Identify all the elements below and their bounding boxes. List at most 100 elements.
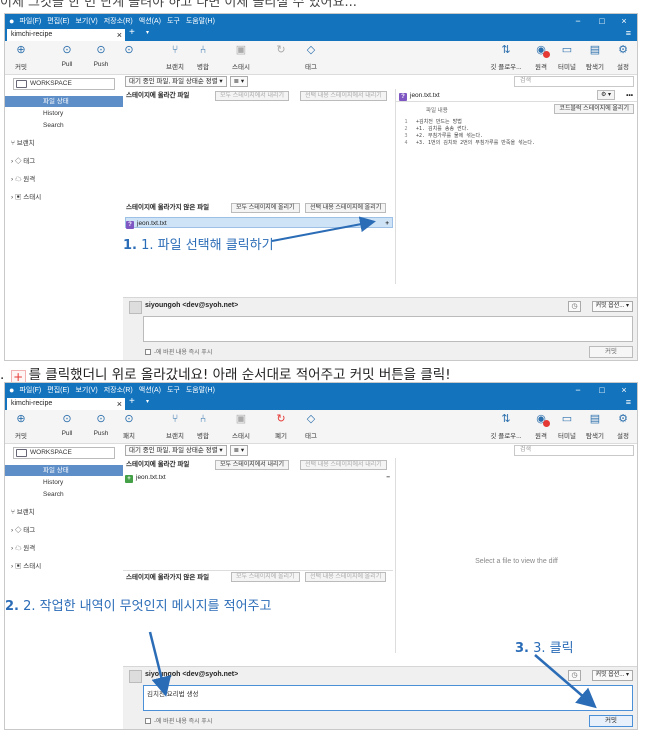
tag-button[interactable]: ◇ 태그 bbox=[295, 412, 327, 440]
sidebar-group-remotes[interactable]: › ☁ 원격 bbox=[11, 543, 35, 555]
new-tab-icon[interactable]: + bbox=[129, 27, 135, 38]
discard-button[interactable]: ↻ bbox=[265, 43, 297, 61]
stage-all-button[interactable]: 모두 스테이지에 올리기 bbox=[231, 203, 300, 213]
view-mode-dropdown[interactable]: ≣ ▾ bbox=[229, 445, 249, 456]
merge-button[interactable]: ⑃ 병합 bbox=[187, 412, 219, 440]
sidebar-item-history[interactable]: History bbox=[5, 108, 123, 119]
stage-hunk-button[interactable]: 코드블럭 스테이지에 올리기 bbox=[554, 104, 634, 114]
discard-button[interactable]: ↻ 폐기 bbox=[265, 412, 297, 440]
history-clock-icon[interactable]: ◷ bbox=[568, 670, 581, 681]
stage-plus-icon[interactable]: + bbox=[385, 218, 389, 229]
stash-button[interactable]: ▣ 스태시 bbox=[225, 43, 257, 71]
maximize-icon[interactable]: □ bbox=[591, 14, 613, 28]
stage-selected-button[interactable]: 선택 내용 스테이지에 올리기 bbox=[305, 203, 387, 213]
pull-button[interactable]: ⊙ Pull bbox=[51, 43, 83, 68]
diff-line: 2 +1. 김치를 송송 썬다. bbox=[404, 126, 470, 132]
unstage-minus-icon[interactable]: − bbox=[386, 472, 390, 483]
menu-help[interactable]: 도움말(H) bbox=[186, 385, 215, 395]
workspace-header[interactable]: WORKSPACE bbox=[13, 78, 115, 90]
commit-options-dropdown[interactable]: 커밋 옵션... ▾ bbox=[591, 670, 633, 681]
menu-repository[interactable]: 저장소(R) bbox=[104, 16, 133, 26]
commit-tool-button[interactable]: ⊕ 커밋 bbox=[5, 412, 37, 440]
sidebar-item-search[interactable]: Search bbox=[5, 489, 123, 500]
commit-button[interactable]: 커밋 bbox=[589, 346, 633, 358]
file-filter-dropdown[interactable]: 대기 중인 파일, 파일 상태순 정렬 ▾ bbox=[125, 76, 227, 87]
push-checkbox[interactable]: -에 바뀐 내용 즉시 푸시 bbox=[145, 347, 212, 356]
hamburger-icon[interactable]: ≡ bbox=[626, 28, 631, 38]
diff-column-label: 파일 내용 bbox=[426, 108, 448, 114]
menu-view[interactable]: 보기(V) bbox=[75, 16, 97, 26]
sidebar-group-branches[interactable]: ⑂ 브랜치 bbox=[11, 138, 35, 150]
git-flow-button[interactable]: ⇅ 깃 플로우... bbox=[487, 412, 525, 440]
menu-file[interactable]: 파일(F) bbox=[19, 16, 41, 26]
merge-button[interactable]: ⑃ 병합 bbox=[187, 43, 219, 71]
menu-action[interactable]: 액션(A) bbox=[139, 385, 161, 395]
sidebar-group-tags[interactable]: › ◇ 태그 bbox=[11, 525, 35, 537]
sidebar-item-search[interactable]: Search bbox=[5, 120, 123, 131]
commit-tool-button[interactable]: ⊕ 커밋 bbox=[5, 43, 37, 71]
more-icon[interactable]: ••• bbox=[626, 89, 633, 102]
menu-help[interactable]: 도움말(H) bbox=[186, 16, 215, 26]
commit-message-input[interactable] bbox=[143, 316, 633, 342]
repo-tab[interactable]: kimchi-recipe × bbox=[7, 29, 125, 41]
settings-button[interactable]: ⚙ 설정 bbox=[607, 43, 637, 71]
menu-tools[interactable]: 도구 bbox=[167, 385, 180, 395]
sidebar-item-file-status[interactable]: 파일 상태 bbox=[5, 465, 123, 476]
tag-button[interactable]: ◇ 태그 bbox=[295, 43, 327, 71]
commit-button[interactable]: 커밋 bbox=[589, 715, 633, 727]
menu-action[interactable]: 액션(A) bbox=[139, 16, 161, 26]
minimize-icon[interactable]: − bbox=[567, 383, 589, 397]
git-flow-button[interactable]: ⇅ 깃 플로우... bbox=[487, 43, 525, 71]
menu-edit[interactable]: 편집(E) bbox=[47, 16, 69, 26]
unstaged-file-row[interactable]: ? jeon.txt.txt + bbox=[125, 217, 393, 229]
unstage-all-button[interactable]: 모두 스테이지에서 내리기 bbox=[215, 91, 290, 101]
menu-repository[interactable]: 저장소(R) bbox=[104, 385, 133, 395]
tab-menu-icon[interactable]: ▾ bbox=[146, 398, 149, 405]
diff-options-dropdown[interactable]: ⚙ ▾ bbox=[596, 90, 615, 100]
push-checkbox[interactable]: -에 바뀐 내용 즉시 푸시 bbox=[145, 716, 212, 725]
stash-button[interactable]: ▣ 스태시 bbox=[225, 412, 257, 440]
menu-file[interactable]: 파일(F) bbox=[19, 385, 41, 395]
close-tab-icon[interactable]: × bbox=[117, 398, 122, 410]
unstage-all-button[interactable]: 모두 스테이지에서 내리기 bbox=[215, 460, 290, 470]
hamburger-icon[interactable]: ≡ bbox=[626, 397, 631, 407]
sidebar-group-stashes[interactable]: › ▣ 스태시 bbox=[11, 561, 41, 573]
menu-view[interactable]: 보기(V) bbox=[75, 385, 97, 395]
stage-selected-button[interactable]: 선택 내용 스테이지에 올리기 bbox=[305, 572, 387, 582]
commit-options-dropdown[interactable]: 커밋 옵션... ▾ bbox=[591, 301, 633, 312]
sourcetree-logo-icon: ● bbox=[9, 385, 15, 395]
fetch-button[interactable]: ⊙ 패치 bbox=[113, 412, 145, 440]
minimize-icon[interactable]: − bbox=[567, 14, 589, 28]
workspace-header[interactable]: WORKSPACE bbox=[13, 447, 115, 459]
menu-tools[interactable]: 도구 bbox=[167, 16, 180, 26]
sidebar-group-remotes[interactable]: › ☁ 원격 bbox=[11, 174, 35, 186]
sidebar-item-history[interactable]: History bbox=[5, 477, 123, 488]
tab-menu-icon[interactable]: ▾ bbox=[146, 29, 149, 36]
unstage-selected-button[interactable]: 선택 내용 스테이지에서 내리기 bbox=[300, 460, 387, 470]
stage-all-button[interactable]: 모두 스테이지에 올리기 bbox=[231, 572, 300, 582]
sidebar-group-stashes[interactable]: › ▣ 스태시 bbox=[11, 192, 41, 204]
settings-button[interactable]: ⚙ 설정 bbox=[607, 412, 637, 440]
close-window-icon[interactable]: × bbox=[613, 383, 635, 397]
unstage-selected-button[interactable]: 선택 내용 스테이지에서 내리기 bbox=[300, 91, 387, 101]
pull-button[interactable]: ⊙ Pull bbox=[51, 412, 83, 437]
warning-badge-icon bbox=[543, 420, 550, 427]
close-tab-icon[interactable]: × bbox=[117, 29, 122, 41]
file-filter-dropdown[interactable]: 대기 중인 파일, 파일 상태순 정렬 ▾ bbox=[125, 445, 227, 456]
close-window-icon[interactable]: × bbox=[613, 14, 635, 28]
sidebar-group-tags[interactable]: › ◇ 태그 bbox=[11, 156, 35, 168]
sidebar-item-file-status[interactable]: 파일 상태 bbox=[5, 96, 123, 107]
menu-edit[interactable]: 편집(E) bbox=[47, 385, 69, 395]
search-input[interactable]: 검색 bbox=[514, 445, 634, 456]
search-input[interactable]: 검색 bbox=[514, 76, 634, 87]
tag-icon: ◇ bbox=[306, 413, 316, 425]
repo-tab[interactable]: kimchi-recipe × bbox=[7, 398, 125, 410]
commit-message-input[interactable]: 김치전 요리법 생성 bbox=[143, 685, 633, 711]
history-clock-icon[interactable]: ◷ bbox=[568, 301, 581, 312]
view-mode-dropdown[interactable]: ≣ ▾ bbox=[229, 76, 249, 87]
fetch-button[interactable]: ⊙ bbox=[113, 43, 145, 61]
staged-file-row[interactable]: + jeon.txt.txt − bbox=[125, 472, 393, 483]
sidebar-group-branches[interactable]: ⑂ 브랜치 bbox=[11, 507, 35, 519]
new-tab-icon[interactable]: + bbox=[129, 396, 135, 407]
maximize-icon[interactable]: □ bbox=[591, 383, 613, 397]
